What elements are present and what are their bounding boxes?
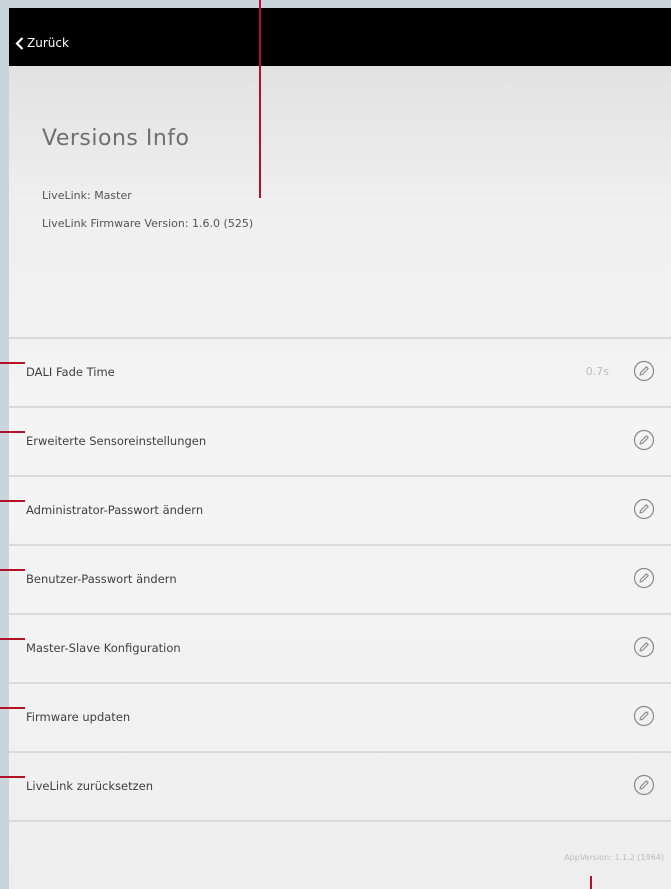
settings-item-label: Erweiterte Sensoreinstellungen	[26, 434, 207, 448]
settings-item-value: 0.7s	[585, 365, 609, 378]
app-version: AppVersion: 1.1.2 (1964)	[564, 853, 664, 862]
settings-item-label: Master-Slave Konfiguration	[26, 641, 181, 655]
settings-item-master-slave[interactable]: Master-Slave Konfiguration	[9, 615, 671, 684]
chevron-left-icon	[15, 36, 24, 50]
pencil-circle-icon[interactable]	[633, 498, 655, 520]
settings-item-label: DALI Fade Time	[26, 365, 115, 379]
back-button[interactable]: Zurück	[15, 34, 69, 52]
callout-line-version-info	[259, 0, 261, 198]
settings-item-firmware-update[interactable]: Firmware updaten	[9, 684, 671, 753]
pencil-circle-icon[interactable]	[633, 360, 655, 382]
callout-line-app-version	[590, 876, 592, 889]
callout-line-master-slave	[0, 638, 25, 640]
pencil-circle-icon[interactable]	[633, 705, 655, 727]
settings-item-livelink-reset[interactable]: LiveLink zurücksetzen	[9, 753, 671, 822]
page-title: Versions Info	[42, 126, 190, 151]
settings-item-label: Firmware updaten	[26, 710, 131, 724]
back-button-label: Zurück	[27, 36, 69, 50]
settings-item-label: Administrator-Passwort ändern	[26, 503, 204, 517]
pencil-circle-icon[interactable]	[633, 636, 655, 658]
settings-item-label: LiveLink zurücksetzen	[26, 779, 153, 793]
settings-list: DALI Fade Time 0.7s Erweiterte Sensorein…	[9, 337, 671, 822]
firmware-version: LiveLink Firmware Version: 1.6.0 (525)	[42, 217, 254, 230]
pencil-circle-icon[interactable]	[633, 567, 655, 589]
livelink-role: LiveLink: Master	[42, 189, 132, 202]
callout-line-sensor-settings	[0, 431, 25, 433]
settings-item-dali-fade-time[interactable]: DALI Fade Time 0.7s	[9, 339, 671, 408]
callout-line-firmware-update	[0, 707, 25, 709]
callout-line-admin-password	[0, 500, 25, 502]
pencil-circle-icon[interactable]	[633, 429, 655, 451]
app-screen: Zurück Versions Info LiveLink: Master Li…	[9, 8, 671, 889]
settings-item-user-password[interactable]: Benutzer-Passwort ändern	[9, 546, 671, 615]
navigation-bar: Zurück	[9, 8, 671, 66]
callout-line-livelink-reset	[0, 776, 25, 778]
settings-item-label: Benutzer-Passwort ändern	[26, 572, 177, 586]
callout-line-dali-fade-time	[0, 362, 25, 364]
callout-line-user-password	[0, 569, 25, 571]
settings-item-sensor-settings[interactable]: Erweiterte Sensoreinstellungen	[9, 408, 671, 477]
pencil-circle-icon[interactable]	[633, 774, 655, 796]
settings-item-admin-password[interactable]: Administrator-Passwort ändern	[9, 477, 671, 546]
